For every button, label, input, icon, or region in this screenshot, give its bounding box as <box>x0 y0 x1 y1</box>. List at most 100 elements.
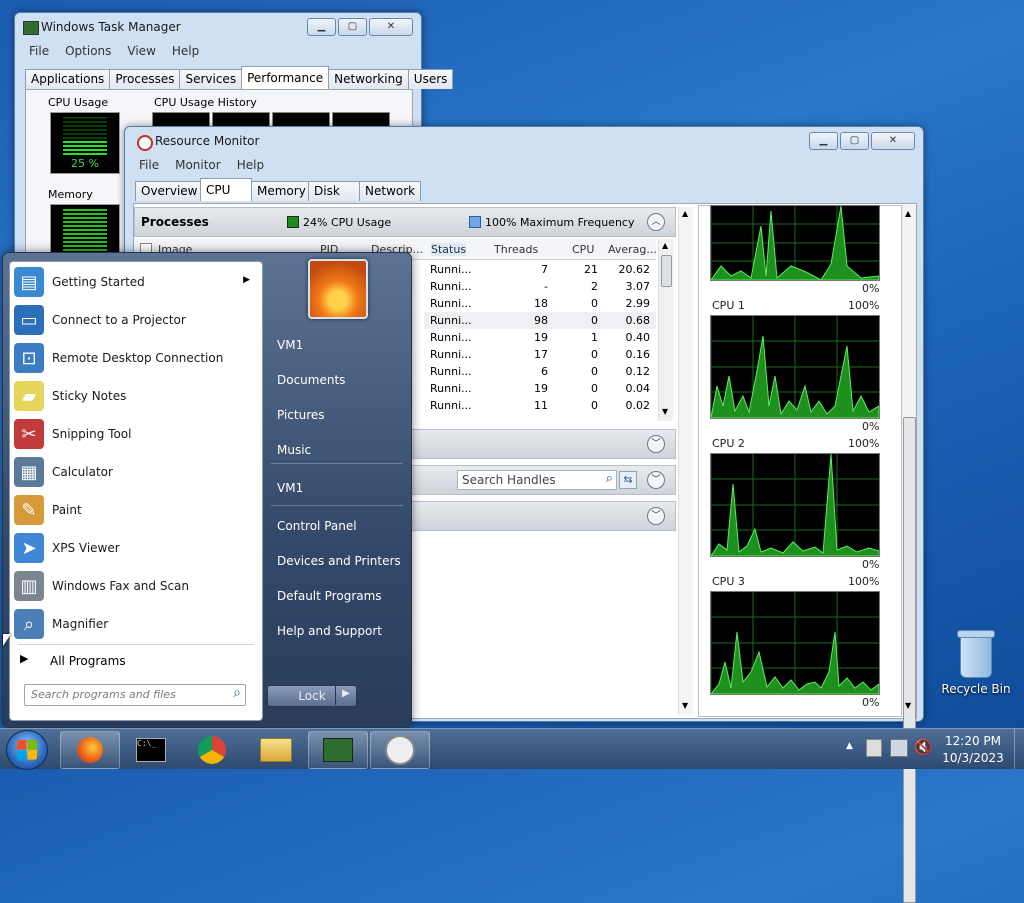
scroll-thumb[interactable] <box>661 255 672 287</box>
rm-tab-disk[interactable]: Disk <box>308 181 360 201</box>
table-row[interactable]: Runni... 18 0 2.99 <box>424 295 656 312</box>
maximize-button[interactable]: ▢ <box>338 18 367 36</box>
search-handles-input[interactable]: Search Handles ⌕ <box>457 470 617 490</box>
start-item-sticky-notes[interactable]: ▰ Sticky Notes <box>14 378 258 414</box>
collapse-processes-chevron-icon[interactable]: ︿ <box>647 213 665 231</box>
tab-performance[interactable]: Performance <box>241 66 330 89</box>
table-row[interactable]: Runni... 17 0 0.16 <box>424 346 656 363</box>
show-desktop-button[interactable] <box>1014 729 1024 769</box>
minimize-button[interactable]: ▁ <box>307 18 336 36</box>
tab-users[interactable]: Users <box>407 69 454 89</box>
scroll-down-icon[interactable]: ▼ <box>682 701 688 710</box>
start-item-windows-fax-and-scan[interactable]: ▥ Windows Fax and Scan <box>14 568 258 604</box>
row-cpu: 0 <box>591 365 598 378</box>
start-right-item-control-panel[interactable]: Control Panel <box>277 519 357 533</box>
start-item-snipping-tool[interactable]: ✂ Snipping Tool <box>14 416 258 452</box>
start-item-paint[interactable]: ✎ Paint <box>14 492 258 528</box>
rm-maximize-button[interactable]: ▢ <box>840 132 869 150</box>
network-icon[interactable] <box>890 739 908 757</box>
start-right-item-vm1[interactable]: VM1 <box>277 481 303 495</box>
rm-minimize-button[interactable]: ▁ <box>809 132 838 150</box>
menu-help[interactable]: Help <box>172 41 199 61</box>
table-row[interactable]: Runni... 11 0 0.02 <box>424 397 656 414</box>
rm-tab-cpu[interactable]: CPU <box>200 178 252 201</box>
tab-applications[interactable]: Applications <box>25 69 111 89</box>
task-manager-titlebar[interactable]: Windows Task Manager ▁ ▢ ✕ <box>15 13 421 41</box>
start-item-getting-started[interactable]: ▤ Getting Started ▶ <box>14 264 258 300</box>
col-cpu[interactable]: CPU <box>572 243 594 256</box>
all-programs-button[interactable]: ▶ All Programs <box>16 650 256 672</box>
shutdown-options-button[interactable]: ▶ <box>335 685 356 705</box>
resource-monitor-titlebar[interactable]: Resource Monitor ▁ ▢ ✕ <box>125 127 923 155</box>
taskbar-task-manager[interactable] <box>308 731 368 769</box>
close-button[interactable]: ✕ <box>369 18 413 36</box>
start-right-item-documents[interactable]: Documents <box>277 373 345 387</box>
action-center-icon[interactable] <box>866 739 882 757</box>
scroll-up-icon[interactable]: ▲ <box>682 209 688 218</box>
table-row[interactable]: Runni... 98 0 0.68 <box>424 312 656 329</box>
rm-tab-network[interactable]: Network <box>359 181 421 201</box>
tab-networking[interactable]: Networking <box>328 69 409 89</box>
volume-muted-icon[interactable]: 🔇 <box>914 738 933 756</box>
process-table-scrollbar[interactable]: ▲ ▼ <box>658 239 673 421</box>
row-cpu: 2 <box>591 280 598 293</box>
left-pane-scrollbar[interactable]: ▲ ▼ <box>678 207 693 715</box>
taskbar-resource-monitor[interactable] <box>370 731 430 769</box>
start-right-item-default-programs[interactable]: Default Programs <box>277 589 382 603</box>
recycle-bin[interactable]: Recycle Bin <box>940 628 1012 700</box>
start-item-magnifier[interactable]: ⌕ Magnifier <box>14 606 258 642</box>
taskbar-firefox[interactable] <box>60 731 120 769</box>
expand-chevron-icon[interactable]: ﹀ <box>647 507 665 525</box>
taskbar-chrome[interactable] <box>182 731 242 769</box>
start-right-item-vm1[interactable]: VM1 <box>277 338 303 352</box>
start-right-item-devices-and-printers[interactable]: Devices and Printers <box>277 554 401 568</box>
refresh-search-icon[interactable]: ⇆ <box>619 471 637 489</box>
table-row[interactable]: Runni... - 2 3.07 <box>424 278 656 295</box>
start-item-remote-desktop-connection[interactable]: ⊡ Remote Desktop Connection <box>14 340 258 376</box>
start-right-item-pictures[interactable]: Pictures <box>277 408 325 422</box>
start-item-connect-to-a-projector[interactable]: ▭ Connect to a Projector <box>14 302 258 338</box>
table-row[interactable]: Runni... 19 0 0.04 <box>424 380 656 397</box>
processes-section-header[interactable]: Processes 24% CPU Usage 100% Maximum Fre… <box>134 207 676 237</box>
col-average[interactable]: Averag... <box>608 243 657 256</box>
tab-processes[interactable]: Processes <box>109 69 181 89</box>
start-right-item-help-and-support[interactable]: Help and Support <box>277 624 382 638</box>
col-threads[interactable]: Threads <box>494 243 538 256</box>
scroll-down-icon[interactable]: ▼ <box>905 701 911 710</box>
start-item-calculator[interactable]: ▦ Calculator <box>14 454 258 490</box>
rm-close-button[interactable]: ✕ <box>871 132 915 150</box>
scroll-up-icon[interactable]: ▲ <box>905 209 911 218</box>
search-icon[interactable]: ⌕ <box>233 685 241 701</box>
firefox-icon <box>77 737 103 763</box>
expand-chevron-icon[interactable]: ﹀ <box>647 435 665 453</box>
rm-tab-overview[interactable]: Overview <box>135 181 201 201</box>
taskbar-file-explorer[interactable] <box>246 731 306 769</box>
tab-services[interactable]: Services <box>179 69 243 89</box>
rm-menu-help[interactable]: Help <box>237 155 264 175</box>
cpu-graphs-scrollbar[interactable]: ▲ ▼ <box>902 205 916 903</box>
user-picture[interactable] <box>308 259 368 319</box>
start-right-item-music[interactable]: Music <box>277 443 311 457</box>
scroll-up-icon[interactable]: ▲ <box>662 241 668 250</box>
rm-tab-memory[interactable]: Memory <box>251 181 309 201</box>
clock-time[interactable]: 12:20 PM <box>938 734 1008 748</box>
table-row[interactable]: Runni... 19 1 0.40 <box>424 329 656 346</box>
taskbar-command-prompt[interactable]: C:\_ <box>121 731 181 769</box>
menu-view[interactable]: View <box>127 41 155 61</box>
search-icon[interactable]: ⌕ <box>606 471 613 486</box>
scroll-thumb[interactable] <box>903 417 916 903</box>
rm-menu-monitor[interactable]: Monitor <box>175 155 221 175</box>
clock-date[interactable]: 10/3/2023 <box>938 751 1008 765</box>
menu-file[interactable]: File <box>29 41 49 61</box>
show-hidden-icons-icon[interactable]: ▲ <box>846 741 853 751</box>
table-row[interactable]: Runni... 6 0 0.12 <box>424 363 656 380</box>
start-button[interactable] <box>6 730 48 770</box>
menu-options[interactable]: Options <box>65 41 111 61</box>
rm-menu-file[interactable]: File <box>139 155 159 175</box>
expand-chevron-icon[interactable]: ﹀ <box>647 471 665 489</box>
col-status[interactable]: Status <box>431 243 467 256</box>
scroll-down-icon[interactable]: ▼ <box>662 407 668 416</box>
search-programs-input[interactable]: Search programs and files ⌕ <box>24 684 246 706</box>
start-item-xps-viewer[interactable]: ➤ XPS Viewer <box>14 530 258 566</box>
table-row[interactable]: Runni... 7 21 20.62 <box>424 261 656 278</box>
